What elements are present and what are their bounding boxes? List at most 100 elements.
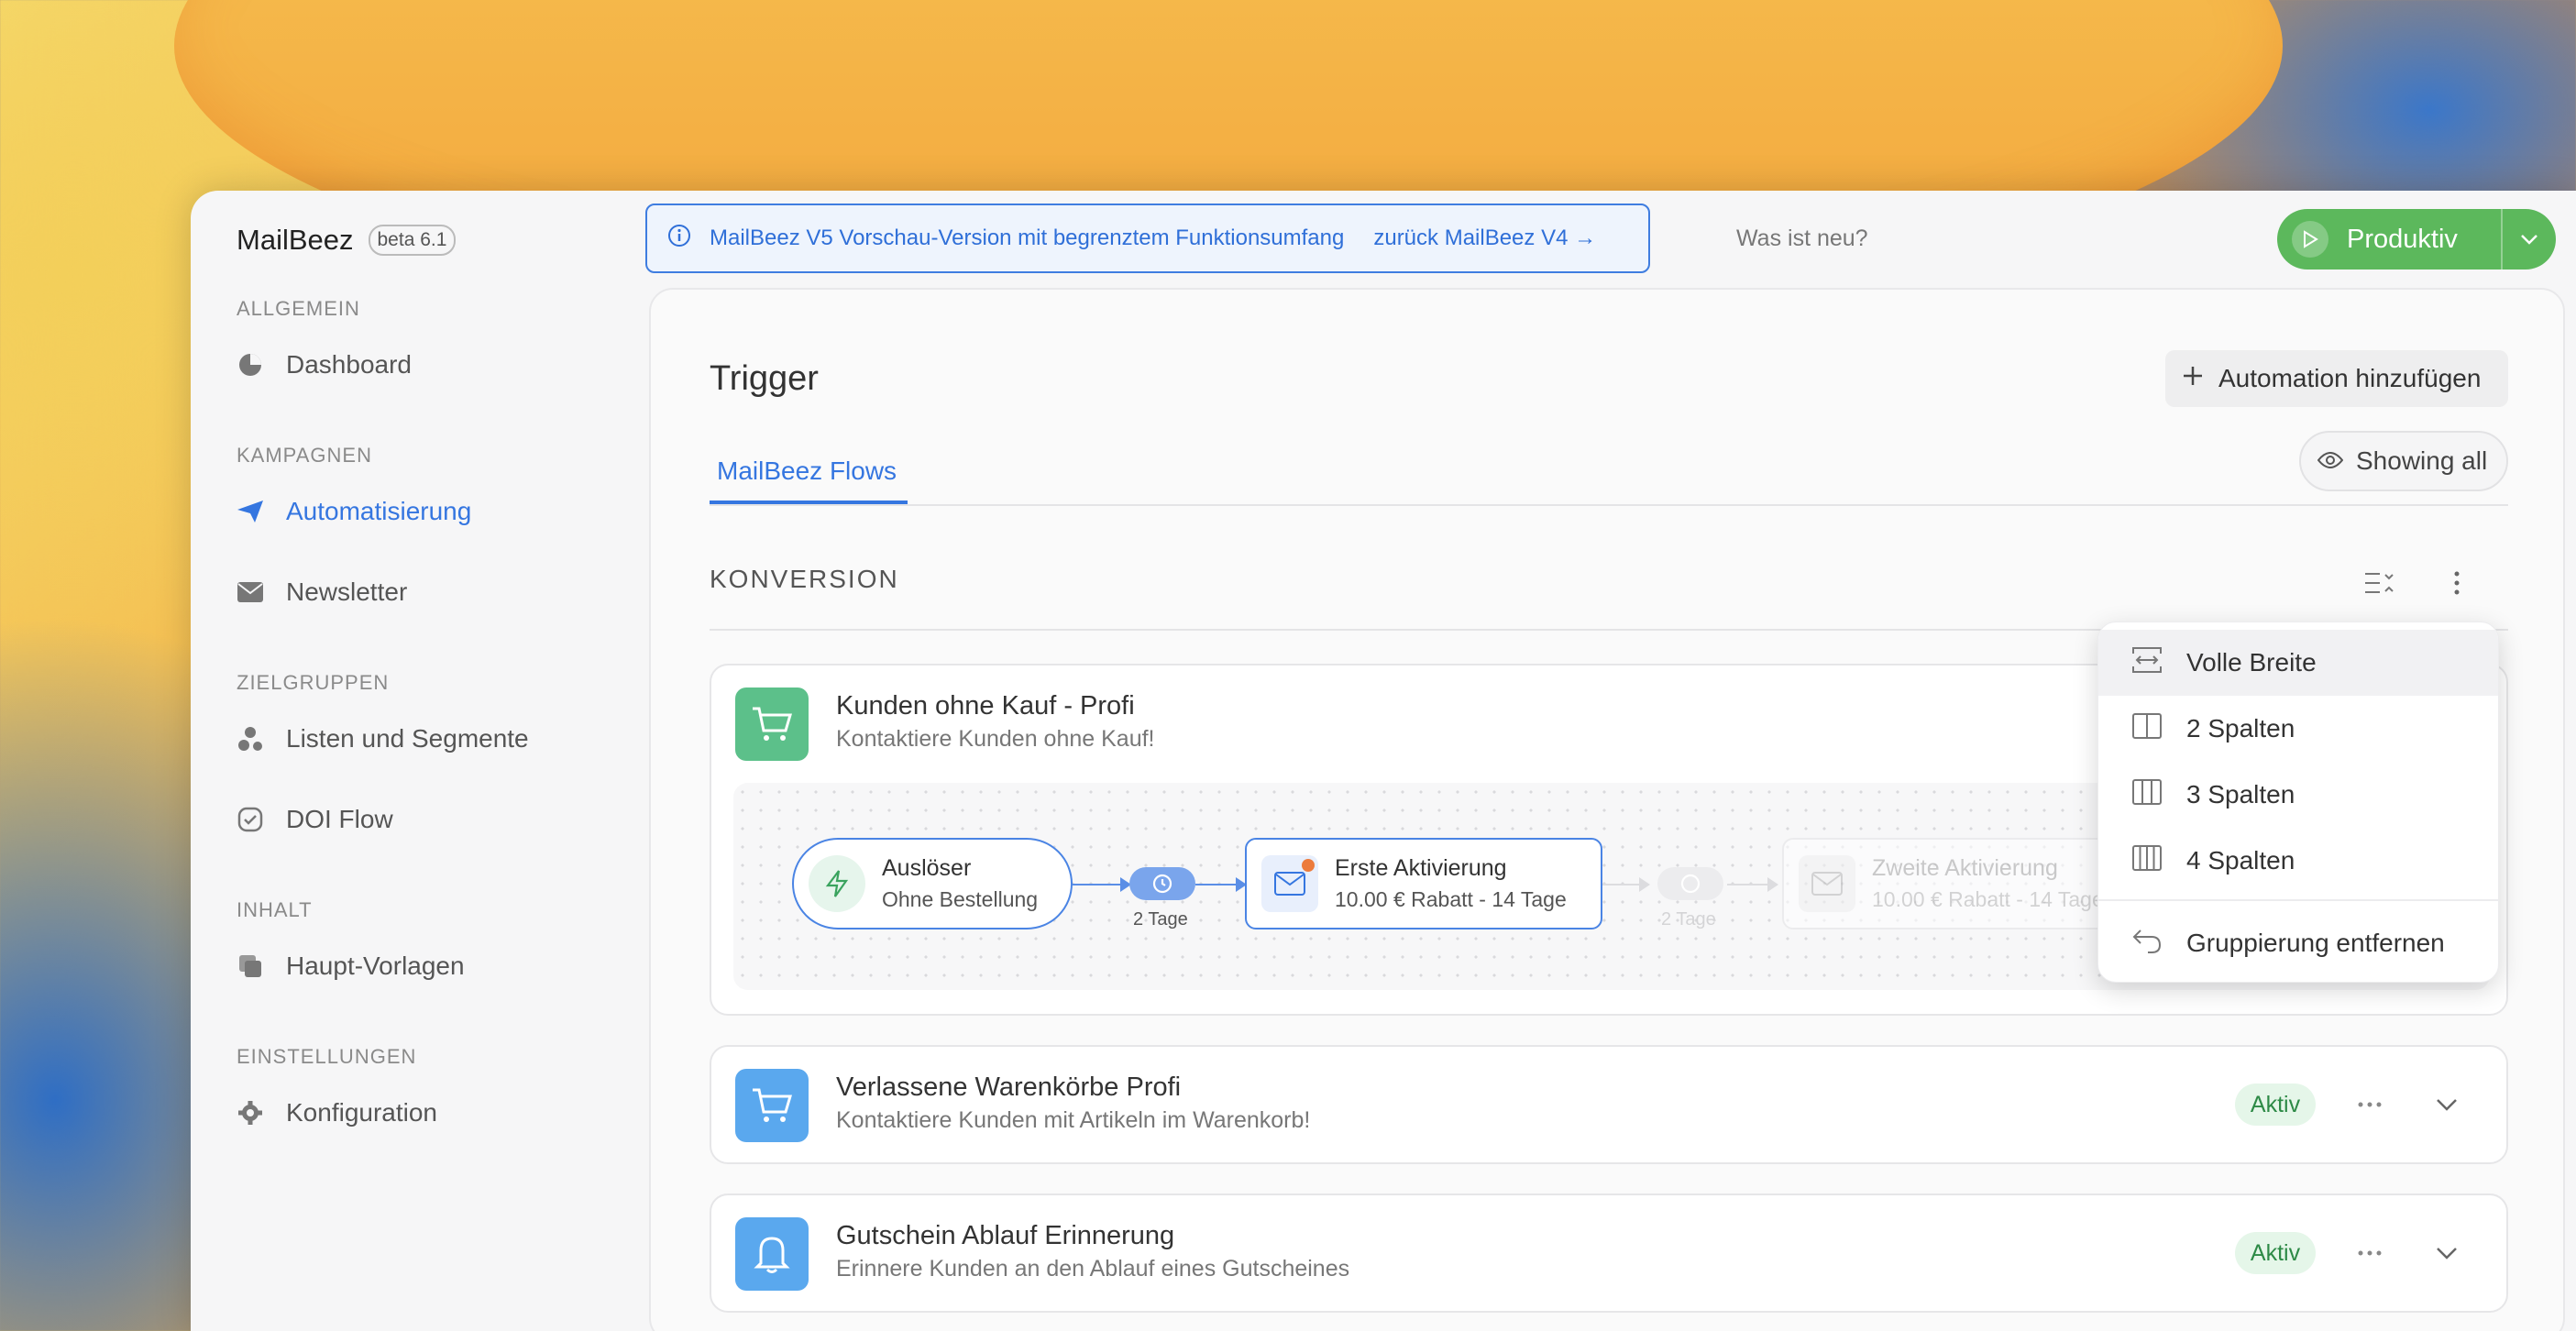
node-text: Zweite Aktivierung 10.00 € Rabatt - 14 T… <box>1872 855 2104 912</box>
more-horizontal-icon[interactable] <box>2349 1084 2391 1126</box>
menu-divider <box>2098 899 2498 901</box>
add-automation-button[interactable]: Automation hinzufügen <box>2165 350 2508 407</box>
sidebar-item-label: Konfiguration <box>286 1098 438 1127</box>
node-title: Erste Aktivierung <box>1335 855 1507 881</box>
menu-item-gruppierung-entfernen[interactable]: Gruppierung entfernen <box>2098 910 2498 976</box>
node-title: Auslöser <box>882 855 972 881</box>
brand-name: MailBeez <box>237 224 354 256</box>
gear-icon <box>237 1099 264 1127</box>
card-title: Gutschein Ablauf Erinnerung <box>836 1221 1175 1250</box>
sidebar-item-label: Newsletter <box>286 578 408 606</box>
section-label-inhalt: INHALT <box>237 898 313 921</box>
flow-arrow <box>1602 877 1650 892</box>
brand: MailBeez beta 6.1 <box>237 224 457 257</box>
node-subtitle: 10.00 € Rabatt - 14 Tage <box>1872 887 2104 911</box>
menu-item-3-spalten[interactable]: 3 Spalten <box>2098 762 2498 828</box>
section-label-allgemein: ALLGEMEIN <box>237 297 360 320</box>
bell-icon <box>735 1217 809 1291</box>
group-label: KONVERSION <box>710 565 899 593</box>
banner-text: MailBeez V5 Vorschau-Version mit begrenz… <box>710 226 1345 250</box>
flow-arrow <box>1073 877 1131 892</box>
card-subtitle: Kontaktiere Kunden mit Artikeln im Waren… <box>836 1107 1311 1133</box>
vertical-dots-icon[interactable] <box>2438 565 2475 601</box>
layout-menu: Volle Breite 2 Spalten 3 Spalten 4 Spalt… <box>2097 622 2499 983</box>
plus-icon <box>2182 364 2204 393</box>
menu-item-label: Volle Breite <box>2186 648 2317 676</box>
sidebar-item-label: Automatisierung <box>286 497 472 525</box>
card-title: Kunden ohne Kauf - Profi <box>836 691 1135 720</box>
page-title: Trigger <box>710 359 819 398</box>
menu-item-label: 2 Spalten <box>2186 714 2295 742</box>
sidebar-item-newsletter[interactable]: Newsletter <box>237 578 407 607</box>
menu-item-label: Gruppierung entfernen <box>2186 929 2445 957</box>
mode-button[interactable]: Produktiv <box>2277 209 2556 270</box>
delay-label: 2 Tage <box>1661 909 1716 930</box>
menu-item-4-spalten[interactable]: 4 Spalten <box>2098 828 2498 894</box>
chevron-down-icon[interactable] <box>2501 209 2556 270</box>
undo-icon <box>2131 927 2163 961</box>
tab-divider <box>710 504 2508 506</box>
sidebar-item-label: DOI Flow <box>286 805 393 833</box>
copy-icon <box>237 952 264 980</box>
back-to-v4-link[interactable]: zurück MailBeez V4 → <box>1373 226 1596 251</box>
section-label-kampagnen: KAMPAGNEN <box>237 444 372 467</box>
more-horizontal-icon[interactable] <box>2349 1232 2391 1274</box>
pie-chart-icon <box>237 351 264 379</box>
cart-icon <box>735 1069 809 1142</box>
chevron-down-icon[interactable] <box>2426 1084 2468 1126</box>
menu-item-label: 3 Spalten <box>2186 780 2295 808</box>
full-width-icon <box>2131 646 2163 680</box>
sidebar-item-doi-flow[interactable]: DOI Flow <box>237 805 393 834</box>
menu-item-label: 4 Spalten <box>2186 846 2295 874</box>
whats-new-link[interactable]: Was ist neu? <box>1736 226 1868 252</box>
check-badge-icon <box>237 806 264 833</box>
card-subtitle: Kontaktiere Kunden ohne Kauf! <box>836 726 1155 752</box>
eye-icon <box>2317 446 2344 476</box>
automation-card[interactable]: Gutschein Ablauf Erinnerung Erinnere Kun… <box>710 1194 2508 1313</box>
node-title: Zweite Aktivierung <box>1872 855 2058 881</box>
play-icon <box>2292 221 2328 258</box>
lightning-icon <box>809 855 865 912</box>
showing-all-button[interactable]: Showing all <box>2299 431 2508 491</box>
section-label-zielgruppen: ZIELGRUPPEN <box>237 671 390 694</box>
section-label-einstellungen: EINSTELLUNGEN <box>237 1045 417 1068</box>
sidebar-item-listen-und-segmente[interactable]: Listen und Segmente <box>237 724 529 754</box>
showing-all-label: Showing all <box>2356 446 2488 475</box>
status-badge: Aktiv <box>2235 1232 2316 1274</box>
info-icon <box>667 224 691 254</box>
add-automation-label: Automation hinzufügen <box>2218 364 2482 392</box>
flow-node-trigger[interactable]: Auslöser Ohne Bestellung <box>792 838 1073 930</box>
menu-item-volle-breite[interactable]: Volle Breite <box>2098 630 2498 696</box>
preview-banner: MailBeez V5 Vorschau-Version mit begrenz… <box>645 204 1650 273</box>
chevron-down-icon[interactable] <box>2426 1232 2468 1274</box>
flow-node-email[interactable]: Zweite Aktivierung 10.00 € Rabatt - 14 T… <box>1782 838 2140 930</box>
flow-arrow <box>1195 877 1247 892</box>
sidebar-item-konfiguration[interactable]: Konfiguration <box>237 1098 437 1128</box>
status-badge: Aktiv <box>2235 1084 2316 1126</box>
flow-node-email[interactable]: Erste Aktivierung 10.00 € Rabatt - 14 Ta… <box>1245 838 1602 930</box>
cart-icon <box>735 688 809 761</box>
sidebar-item-label: Haupt-Vorlagen <box>286 952 465 980</box>
sidebar-item-label: Listen und Segmente <box>286 724 529 753</box>
node-text: Erste Aktivierung 10.00 € Rabatt - 14 Ta… <box>1335 855 1567 912</box>
card-title: Verlassene Warenkörbe Profi <box>836 1072 1182 1102</box>
card-subtitle: Erinnere Kunden an den Ablauf eines Guts… <box>836 1256 1350 1282</box>
four-columns-icon <box>2131 844 2163 878</box>
flow-arrow <box>1727 877 1778 892</box>
sidebar-item-automatisierung[interactable]: Automatisierung <box>237 497 471 526</box>
timer-icon[interactable] <box>1657 867 1723 900</box>
sidebar-item-label: Dashboard <box>286 350 412 379</box>
node-subtitle: Ohne Bestellung <box>882 887 1039 911</box>
mail-icon <box>1261 855 1318 912</box>
paper-plane-icon <box>237 498 264 525</box>
sidebar-item-haupt-vorlagen[interactable]: Haupt-Vorlagen <box>237 952 465 981</box>
sidebar-item-dashboard[interactable]: Dashboard <box>237 350 412 380</box>
tab-mailbeez-flows[interactable]: MailBeez Flows <box>710 438 908 504</box>
three-columns-icon <box>2131 778 2163 812</box>
timer-icon[interactable] <box>1129 867 1195 900</box>
collapse-list-icon[interactable] <box>2361 565 2398 601</box>
automation-card[interactable]: Verlassene Warenkörbe Profi Kontaktiere … <box>710 1045 2508 1164</box>
version-badge: beta 6.1 <box>368 225 457 256</box>
envelope-icon <box>237 578 264 606</box>
menu-item-2-spalten[interactable]: 2 Spalten <box>2098 696 2498 762</box>
